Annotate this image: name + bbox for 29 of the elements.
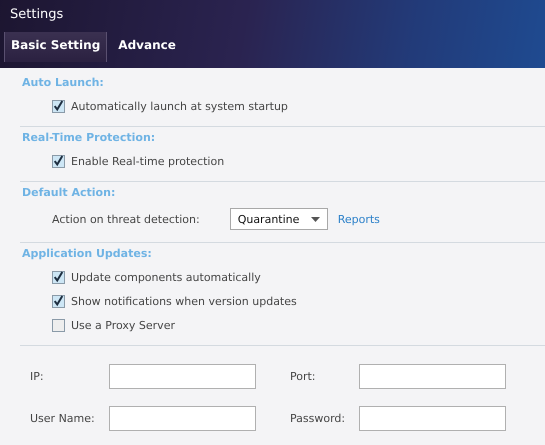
field-label: Action on threat detection: — [52, 212, 200, 226]
input-field[interactable] — [109, 364, 256, 389]
checkbox-label: Show notifications when version updates — [71, 294, 297, 308]
field-label: Port: — [290, 370, 317, 383]
reports-link[interactable]: Reports — [338, 212, 380, 226]
checkbox[interactable] — [52, 100, 65, 112]
section-heading: Application Updates: — [22, 247, 153, 260]
checkbox-label: Update components automatically — [71, 270, 261, 284]
input-field[interactable] — [359, 364, 506, 389]
checkbox[interactable] — [52, 270, 65, 284]
checkbox[interactable] — [52, 294, 65, 308]
window-title: Settings — [10, 7, 64, 22]
caret-icon — [310, 216, 320, 222]
section-heading: Real-Time Protection: — [22, 131, 156, 144]
action-dropdown[interactable]: Quarantine — [230, 208, 328, 230]
checkbox-label: Automatically launch at system startup — [71, 100, 288, 112]
section-heading: Default Action: — [22, 186, 116, 199]
section-heading: Auto Launch: — [22, 76, 105, 89]
checkbox[interactable] — [52, 318, 65, 332]
tab[interactable]: Basic Setting — [4, 32, 108, 62]
input-field[interactable] — [109, 406, 256, 431]
checkbox-label: Enable Real-time protection — [71, 154, 224, 168]
input-field[interactable] — [359, 406, 506, 431]
field-label: IP: — [30, 370, 45, 383]
field-label: Password: — [290, 412, 346, 425]
tab[interactable]: Advance — [111, 32, 183, 62]
checkbox[interactable] — [52, 154, 65, 168]
field-label: User Name: — [30, 412, 96, 425]
checkbox-label: Use a Proxy Server — [71, 318, 175, 332]
